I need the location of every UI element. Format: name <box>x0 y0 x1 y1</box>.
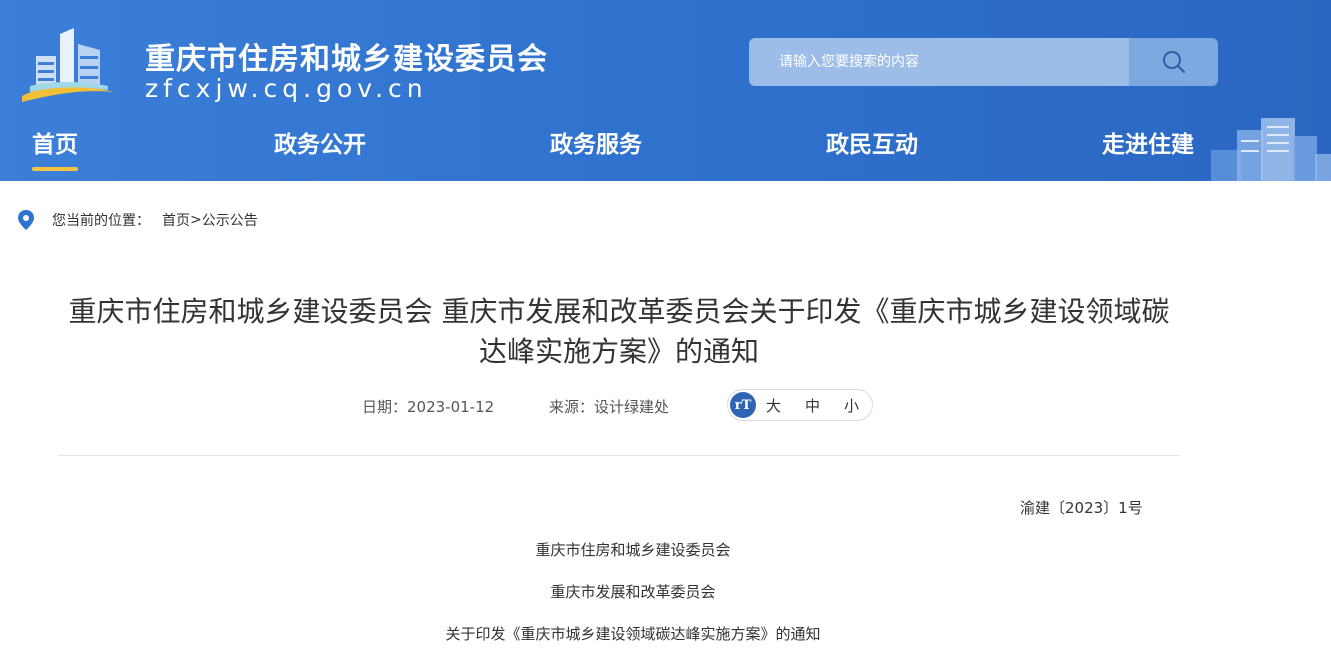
font-size-switcher: rT 大 中 小 <box>727 389 873 421</box>
breadcrumb: 您当前的位置： 首页 > 公示公告 <box>16 208 258 232</box>
breadcrumb-prefix: 您当前的位置： <box>52 213 150 229</box>
nav-item-government-services[interactable]: 政务服务 <box>550 125 642 159</box>
breadcrumb-home[interactable]: 首页 <box>162 210 190 230</box>
nav-item-home[interactable]: 首页 <box>32 125 78 171</box>
search-box <box>749 38 1218 86</box>
nav-item-government-affairs[interactable]: 政务公开 <box>274 125 366 159</box>
font-size-icon: rT <box>730 392 756 418</box>
article-meta: 日期：2023-01-12 来源：设计绿建处 rT 大 中 小 <box>0 389 1331 421</box>
article-date: 日期：2023-01-12 <box>362 398 495 416</box>
site-title[interactable]: 重庆市住房和城乡建设委员会 <box>145 34 548 78</box>
search-input[interactable] <box>749 38 1129 86</box>
search-icon <box>1162 51 1185 73</box>
body-line: 重庆市发展和改革委员会 <box>550 583 716 601</box>
site-domain: zfcxjw.cq.gov.cn <box>145 74 428 103</box>
divider <box>58 455 1180 456</box>
nav-item-public-interaction[interactable]: 政民互动 <box>826 125 918 159</box>
article-source: 来源：设计绿建处 <box>549 398 670 416</box>
nav-item-about[interactable]: 走进住建 <box>1102 125 1194 159</box>
font-size-medium[interactable]: 中 <box>805 395 820 416</box>
font-size-large[interactable]: 大 <box>766 395 781 416</box>
breadcrumb-separator: > <box>190 212 202 228</box>
body-line: 关于印发《重庆市城乡建设领域碳达峰实施方案》的通知 <box>445 625 821 643</box>
building-illustration <box>1211 118 1331 181</box>
main-nav: 首页 政务公开 政务服务 政民互动 走进住建 <box>0 125 1331 175</box>
breadcrumb-current[interactable]: 公示公告 <box>202 210 258 230</box>
document-number: 渝建〔2023〕1号 <box>1020 499 1143 517</box>
body-line: 重庆市住房和城乡建设委员会 <box>535 541 731 559</box>
search-button[interactable] <box>1129 38 1218 86</box>
site-header: 重庆市住房和城乡建设委员会 zfcxjw.cq.gov.cn 首页 政务公开 政… <box>0 0 1331 181</box>
location-pin-icon <box>18 210 34 230</box>
site-logo[interactable] <box>16 26 120 104</box>
font-size-small[interactable]: 小 <box>844 395 859 416</box>
article-title: 重庆市住房和城乡建设委员会 重庆市发展和改革委员会关于印发《重庆市城乡建设领域碳… <box>68 295 1170 368</box>
